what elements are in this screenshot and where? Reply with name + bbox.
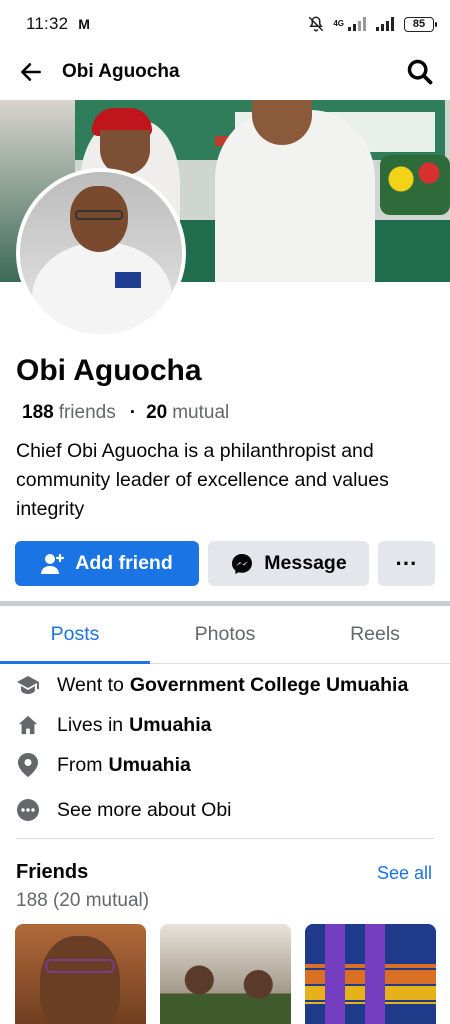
from-prefix: From xyxy=(57,753,103,776)
profile-bio: Chief Obi Aguocha is a philanthropist an… xyxy=(16,440,389,520)
more-dots-icon: ··· xyxy=(395,550,418,576)
see-more-about-row[interactable]: See more about Obi xyxy=(0,785,450,835)
message-button[interactable]: Message xyxy=(208,541,369,586)
friends-summary[interactable]: 188 friends · 20 mutual xyxy=(22,402,229,424)
lives-prefix: Lives in xyxy=(57,713,124,736)
friend-tile[interactable] xyxy=(305,924,436,1024)
add-friend-button[interactable]: Add friend xyxy=(15,541,199,586)
from-value[interactable]: Umuahia xyxy=(109,754,191,777)
mutual-count: 20 xyxy=(146,402,168,423)
intro-details: Went to Government College Umuahia Lives… xyxy=(0,665,450,835)
friend-photo-glasses xyxy=(45,959,115,973)
friend-photo-face xyxy=(40,936,120,1024)
arrow-left-icon xyxy=(21,63,41,81)
tab-photos[interactable]: Photos xyxy=(150,606,300,663)
friends-label: friends xyxy=(58,402,116,423)
location-pin-icon xyxy=(16,753,40,777)
signal-icon xyxy=(348,17,368,31)
app-bar: Obi Aguocha xyxy=(0,48,450,96)
see-all-friends-link[interactable]: See all xyxy=(377,863,432,884)
see-more-label: See more about Obi xyxy=(57,798,232,821)
back-button[interactable] xyxy=(16,57,46,87)
separator-dot: · xyxy=(129,402,137,423)
page-title: Obi Aguocha xyxy=(62,61,180,82)
profile-name: Obi Aguocha xyxy=(16,354,202,387)
friends-count: 188 xyxy=(22,402,54,423)
status-bar: 11:32 M 4G 85 xyxy=(0,0,450,48)
signal-icon-2 xyxy=(376,17,396,31)
education-value[interactable]: Government College Umuahia xyxy=(130,674,408,697)
friend-photo-crowd xyxy=(160,944,291,1024)
home-icon xyxy=(16,713,40,737)
from-row: From Umuahia xyxy=(0,745,450,785)
notification-icon: M xyxy=(78,16,90,32)
friend-tile[interactable] xyxy=(15,924,146,1024)
friends-separator xyxy=(16,838,434,839)
profile-actions: Add friend Message ··· xyxy=(15,541,435,586)
message-label: Message xyxy=(264,552,347,574)
more-horizontal-icon xyxy=(16,798,40,822)
avatar-glasses xyxy=(75,210,123,220)
cover-flowers xyxy=(380,155,450,215)
lives-value[interactable]: Umuahia xyxy=(129,714,211,737)
avatar-pocket-square xyxy=(115,272,141,288)
lives-in-row: Lives in Umuahia xyxy=(0,705,450,745)
mutual-label: mutual xyxy=(172,402,230,423)
status-icons: 4G 85 xyxy=(307,15,437,33)
messenger-icon xyxy=(232,553,253,574)
tab-posts[interactable]: Posts xyxy=(0,606,150,664)
profile-avatar[interactable] xyxy=(16,168,186,338)
status-time: 11:32 xyxy=(26,14,69,33)
profile-tabs: Posts Photos Reels xyxy=(0,606,450,664)
friends-title: Friends xyxy=(16,861,89,883)
more-options-button[interactable]: ··· xyxy=(378,541,435,586)
mute-icon xyxy=(307,15,325,33)
graduation-cap-icon xyxy=(16,673,40,697)
tab-reels[interactable]: Reels xyxy=(300,606,450,663)
add-friend-label: Add friend xyxy=(75,552,173,574)
friend-photo-blocks xyxy=(305,924,436,1024)
search-icon xyxy=(407,59,433,85)
friends-mutual-count: 188 (20 mutual) xyxy=(16,890,150,911)
search-button[interactable] xyxy=(404,56,436,88)
battery-icon: 85 xyxy=(404,16,437,32)
network-type: 4G xyxy=(333,19,344,28)
add-person-icon xyxy=(41,553,65,574)
education-row: Went to Government College Umuahia xyxy=(0,665,450,705)
friend-tile[interactable] xyxy=(160,924,291,1024)
education-prefix: Went to xyxy=(57,673,124,696)
